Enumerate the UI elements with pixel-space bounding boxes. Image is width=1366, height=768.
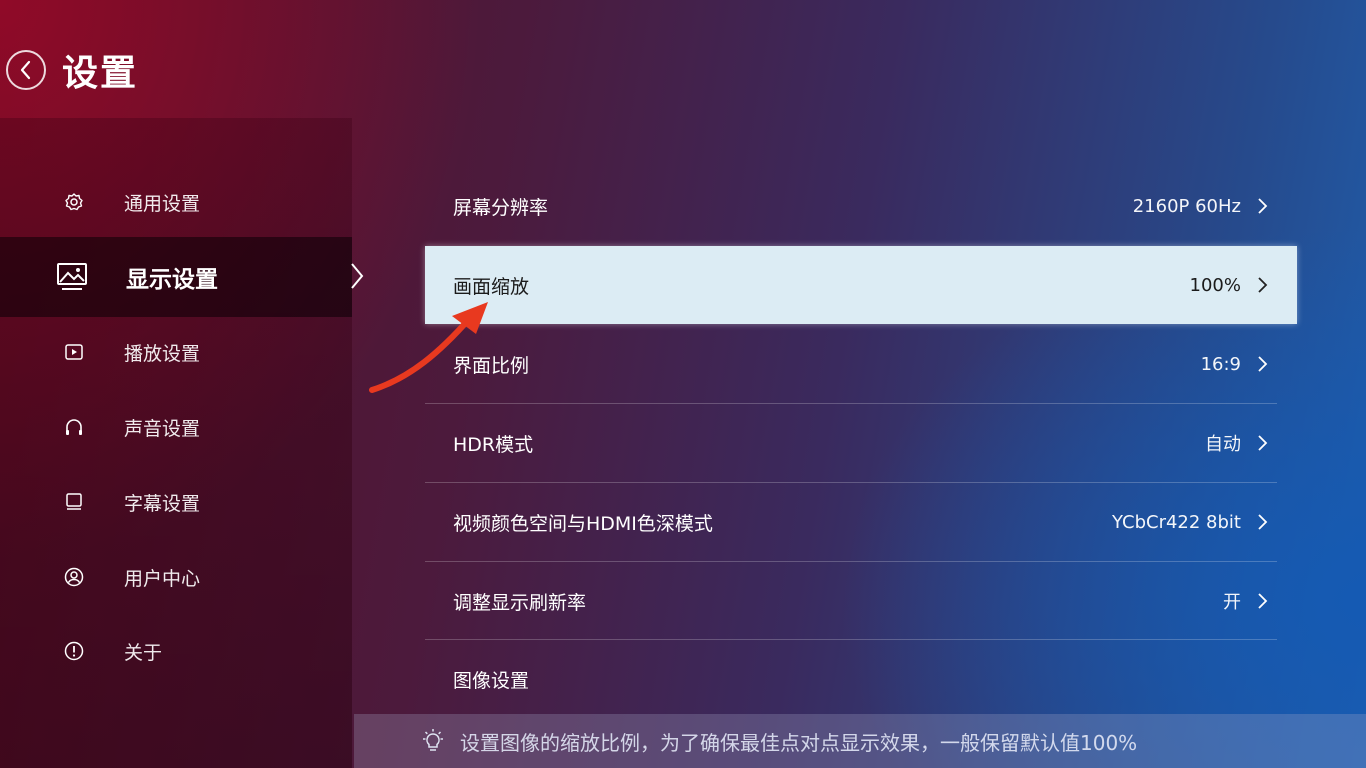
setting-row-aspect-ratio[interactable]: 界面比例 16:9 bbox=[425, 325, 1297, 403]
sidebar-item-about[interactable]: 关于 bbox=[0, 625, 352, 677]
sidebar-item-sound[interactable]: 声音设置 bbox=[0, 401, 352, 453]
setting-name: 图像设置 bbox=[453, 669, 530, 692]
sidebar-item-label: 显示设置 bbox=[126, 267, 218, 293]
page-title: 设置 bbox=[62, 53, 139, 94]
setting-row-zoom[interactable]: 画面缩放 100% bbox=[425, 246, 1297, 324]
setting-name: 界面比例 bbox=[453, 354, 530, 377]
setting-row-hdr-mode[interactable]: HDR模式 自动 bbox=[425, 404, 1297, 482]
setting-row-image-settings[interactable]: 图像设置 bbox=[425, 640, 1297, 718]
setting-value: 自动 bbox=[1205, 434, 1241, 455]
lightbulb-icon bbox=[423, 729, 443, 751]
setting-value: 16:9 bbox=[1200, 353, 1241, 375]
setting-row-refresh-rate[interactable]: 调整显示刷新率 开 bbox=[425, 562, 1297, 640]
chevron-left-icon bbox=[20, 60, 31, 80]
gear-icon bbox=[62, 190, 86, 214]
setting-row-color-space[interactable]: 视频颜色空间与HDMI色深模式 YCbCr422 8bit bbox=[425, 483, 1297, 561]
sidebar-item-general[interactable]: 通用设置 bbox=[0, 176, 352, 228]
sidebar-item-label: 播放设置 bbox=[124, 342, 201, 365]
setting-value: 开 bbox=[1223, 592, 1241, 613]
chevron-right-icon bbox=[1258, 435, 1268, 451]
headphones-icon bbox=[62, 415, 86, 439]
sidebar-item-label: 声音设置 bbox=[124, 417, 201, 440]
hint-bar: 设置图像的缩放比例，为了确保最佳点对点显示效果，一般保留默认值100% bbox=[354, 714, 1366, 768]
setting-name: 画面缩放 bbox=[453, 275, 530, 298]
sidebar-item-display[interactable]: 显示设置 bbox=[0, 237, 352, 317]
active-indicator-chevron bbox=[351, 263, 364, 289]
setting-name: 调整显示刷新率 bbox=[453, 591, 587, 614]
annotation-arrow bbox=[369, 302, 488, 393]
chevron-right-icon bbox=[1258, 198, 1268, 214]
setting-row-resolution[interactable]: 屏幕分辨率 2160P 60Hz bbox=[425, 167, 1297, 245]
sidebar-item-label: 通用设置 bbox=[124, 192, 201, 215]
monitor-icon bbox=[62, 490, 86, 514]
chevron-right-icon bbox=[1258, 356, 1268, 372]
setting-name: 屏幕分辨率 bbox=[453, 196, 549, 219]
sidebar-item-user-center[interactable]: 用户中心 bbox=[0, 551, 352, 603]
sidebar-item-label: 关于 bbox=[124, 641, 163, 664]
setting-name: 视频颜色空间与HDMI色深模式 bbox=[453, 512, 713, 535]
chevron-right-icon bbox=[1258, 277, 1268, 293]
setting-value: YCbCr422 8bit bbox=[1112, 511, 1241, 533]
back-button[interactable] bbox=[6, 50, 46, 90]
chevron-right-icon bbox=[1258, 593, 1268, 609]
image-icon bbox=[56, 261, 88, 293]
setting-name: HDR模式 bbox=[453, 433, 534, 456]
sidebar-item-playback[interactable]: 播放设置 bbox=[0, 326, 352, 378]
chevron-right-icon bbox=[1258, 514, 1268, 530]
setting-value: 100% bbox=[1189, 274, 1241, 296]
user-icon bbox=[62, 565, 86, 589]
sidebar-item-label: 字幕设置 bbox=[124, 492, 201, 515]
hint-text: 设置图像的缩放比例，为了确保最佳点对点显示效果，一般保留默认值100% bbox=[460, 730, 1138, 755]
sidebar-item-subtitles[interactable]: 字幕设置 bbox=[0, 476, 352, 528]
sidebar-item-label: 用户中心 bbox=[124, 567, 201, 590]
info-icon bbox=[62, 639, 86, 663]
header: 设置 bbox=[6, 48, 138, 94]
play-icon bbox=[62, 340, 86, 364]
setting-value: 2160P 60Hz bbox=[1132, 195, 1241, 217]
